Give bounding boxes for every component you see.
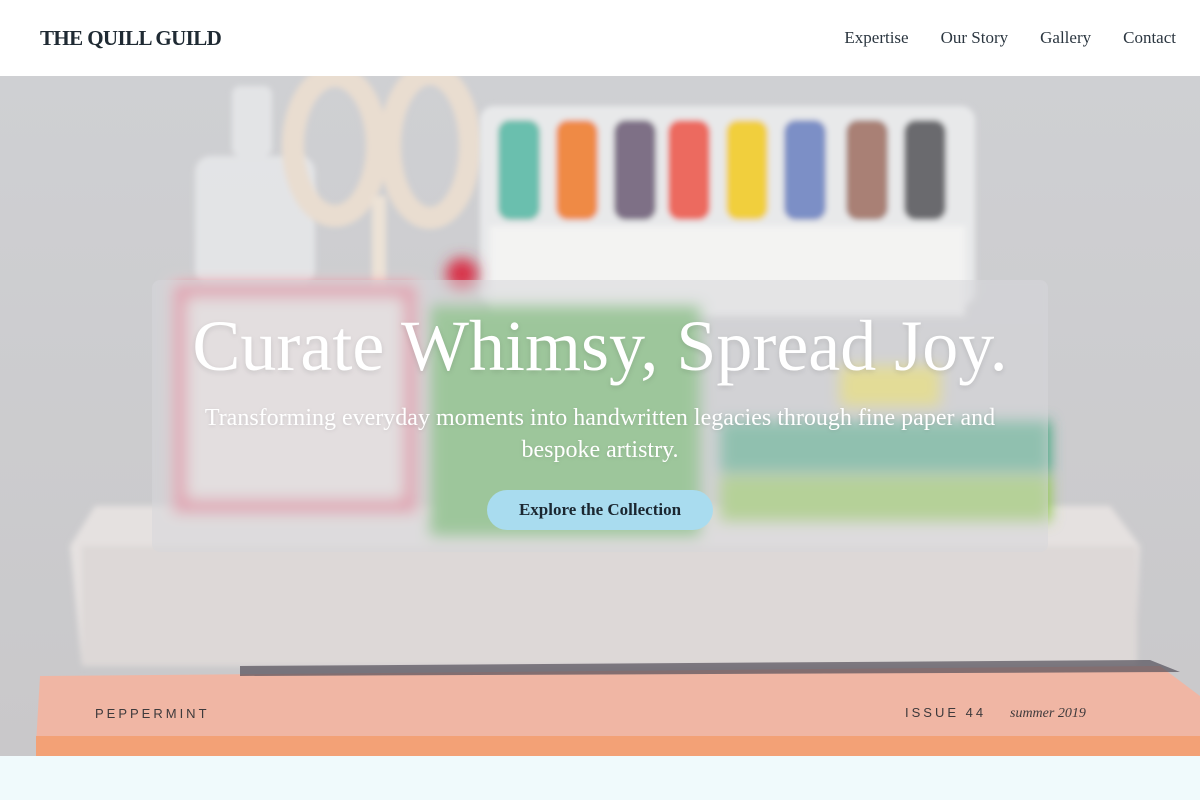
hero-card: Curate Whimsy, Spread Joy. Transforming … bbox=[152, 280, 1048, 552]
magazine-title-text: PEPPERMINT bbox=[95, 706, 210, 721]
next-section bbox=[0, 756, 1200, 800]
nav-link-contact[interactable]: Contact bbox=[1123, 28, 1176, 48]
hero-tagline: Transforming everyday moments into handw… bbox=[204, 405, 996, 463]
explore-collection-button[interactable]: Explore the Collection bbox=[486, 490, 714, 530]
nav-link-gallery[interactable]: Gallery bbox=[1040, 28, 1091, 48]
hero-headline: Curate Whimsy, Spread Joy. bbox=[192, 306, 1008, 386]
hero-section: PEPPERMINT ISSUE 44 summer 2019 Curate W… bbox=[0, 76, 1200, 756]
magazine-season-text: summer 2019 bbox=[1010, 706, 1086, 721]
main-nav: Expertise Our Story Gallery Contact bbox=[812, 28, 1176, 48]
site-header: THE QUILL GUILD Expertise Our Story Gall… bbox=[0, 0, 1200, 76]
nav-link-expertise[interactable]: Expertise bbox=[844, 28, 908, 48]
magazine-issue-text: ISSUE 44 bbox=[905, 705, 986, 720]
nav-link-our-story[interactable]: Our Story bbox=[941, 28, 1009, 48]
brand-logo[interactable]: THE QUILL GUILD bbox=[40, 26, 222, 51]
